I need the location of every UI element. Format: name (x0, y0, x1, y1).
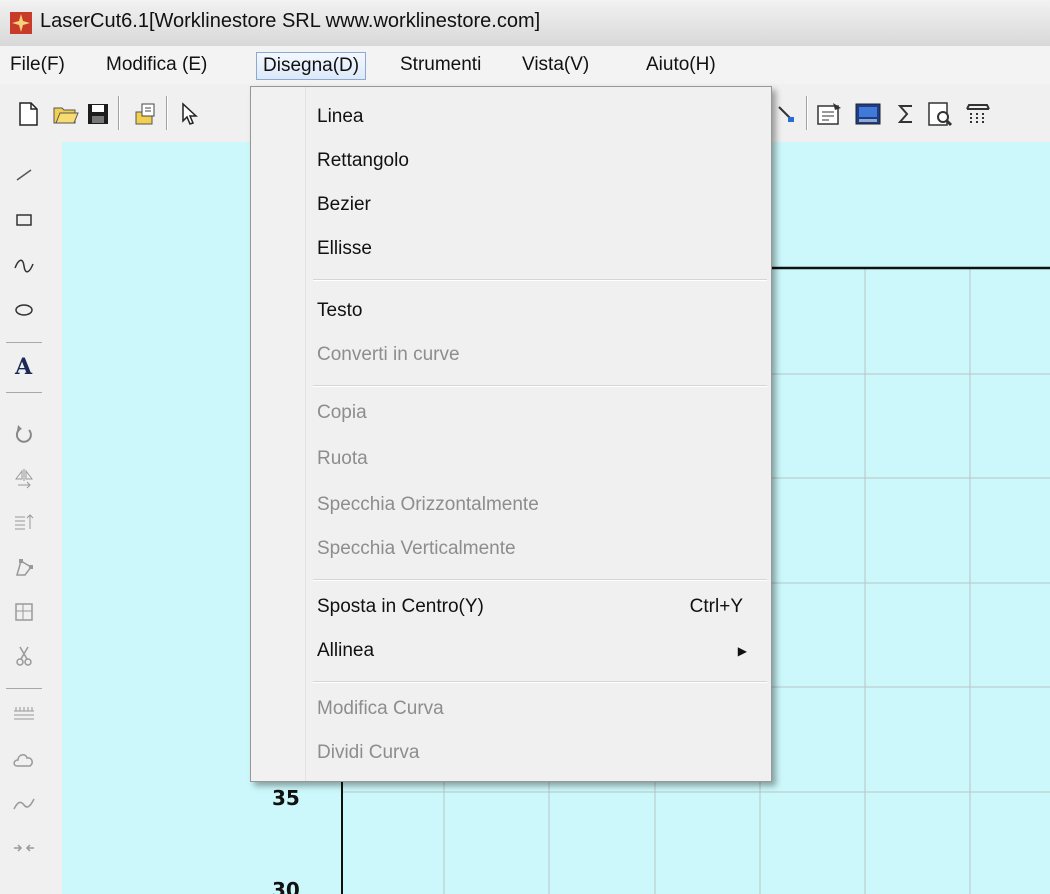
node-edit-icon[interactable] (770, 98, 802, 130)
menu-item-specchia-orizzontalmente[interactable]: Specchia Orizzontalmente (317, 489, 751, 521)
toolbar-separator (118, 96, 120, 130)
menu-item-ellisse[interactable]: Ellisse (317, 233, 751, 265)
menu-modifica[interactable]: Modifica (E) (100, 52, 213, 80)
menu-item-specchia-verticalmente[interactable]: Specchia Verticalmente (317, 533, 751, 565)
new-file-icon[interactable] (12, 98, 44, 130)
smooth-curve-icon[interactable] (8, 788, 40, 820)
menu-item-copia[interactable]: Copia (317, 397, 751, 429)
line-tool-icon[interactable] (8, 158, 40, 190)
crop-icon[interactable] (8, 596, 40, 628)
menu-item-bezier[interactable]: Bezier (317, 189, 751, 221)
array-icon[interactable] (8, 698, 40, 730)
text-tool-icon[interactable]: A (8, 350, 40, 382)
left-toolbar: A (0, 142, 49, 894)
menu-item-linea[interactable]: Linea (317, 101, 751, 133)
menu-separator (313, 385, 767, 387)
import-icon[interactable] (130, 98, 162, 130)
menu-file[interactable]: File(F) (4, 52, 71, 80)
left-toolbar-separator (6, 342, 42, 343)
menu-item-testo[interactable]: Testo (317, 295, 751, 327)
menu-item-ruota[interactable]: Ruota (317, 443, 751, 475)
menu-item-allinea[interactable]: Allinea ▶ (317, 635, 751, 667)
menu-item-rettangolo[interactable]: Rettangolo (317, 145, 751, 177)
rotate-tool-icon[interactable] (8, 418, 40, 450)
left-toolbar-separator (6, 392, 42, 393)
ruler-label: 30 (272, 878, 300, 894)
menu-bar: File(F) Modifica (E) Disegna(D) Strument… (0, 46, 1050, 85)
disegna-dropdown-menu: Linea Rettangolo Bezier Ellisse Testo Co… (250, 86, 772, 782)
join-icon[interactable] (8, 832, 40, 864)
display-icon[interactable] (852, 98, 884, 130)
sigma-icon[interactable] (890, 98, 922, 130)
menu-separator (313, 579, 767, 581)
menu-strumenti[interactable]: Strumenti (394, 52, 487, 80)
menu-aiuto[interactable]: Aiuto(H) (640, 52, 722, 80)
properties-icon[interactable] (814, 98, 846, 130)
menu-icon-gutter (251, 87, 306, 781)
menu-item-modifica-curva[interactable]: Modifica Curva (317, 693, 751, 725)
menu-separator (313, 279, 767, 281)
menu-shortcut: Ctrl+Y (689, 596, 743, 617)
select-pointer-icon[interactable] (174, 98, 206, 130)
submenu-arrow-icon: ▶ (737, 644, 747, 658)
open-folder-icon[interactable] (50, 98, 82, 130)
mirror-vertical-icon[interactable] (8, 506, 40, 538)
node-tool-icon[interactable] (8, 552, 40, 584)
app-icon (10, 12, 32, 34)
svg-text:A: A (14, 355, 33, 377)
menu-item-converti-in-curve[interactable]: Converti in curve (317, 339, 751, 371)
menu-disegna[interactable]: Disegna(D) (256, 52, 367, 80)
vertical-ruler (48, 142, 63, 894)
toolbar-separator (806, 96, 808, 130)
left-toolbar-separator (6, 688, 42, 689)
menu-vista[interactable]: Vista(V) (516, 52, 595, 80)
cloud-icon[interactable] (8, 744, 40, 776)
ruler-label: 35 (272, 786, 300, 810)
window-title: LaserCut6.1[Worklinestore SRL www.workli… (40, 10, 541, 32)
print-preview-icon[interactable] (924, 98, 956, 130)
rectangle-tool-icon[interactable] (8, 204, 40, 236)
menu-item-sposta-in-centro[interactable]: Sposta in Centro(Y) Ctrl+Y (317, 591, 751, 623)
title-bar: LaserCut6.1[Worklinestore SRL www.workli… (0, 0, 1050, 47)
bezier-tool-icon[interactable] (8, 250, 40, 282)
ellipse-tool-icon[interactable] (8, 294, 40, 326)
menu-separator (313, 681, 767, 683)
toolbar-separator (166, 96, 168, 130)
menu-item-dividi-curva[interactable]: Dividi Curva (317, 737, 751, 769)
menu-item-label: Allinea (317, 640, 375, 661)
scissors-icon[interactable] (8, 640, 40, 672)
mirror-horizontal-icon[interactable] (8, 462, 40, 494)
save-icon[interactable] (82, 98, 114, 130)
menu-item-label: Sposta in Centro(Y) (317, 596, 484, 617)
output-icon[interactable] (962, 98, 994, 130)
